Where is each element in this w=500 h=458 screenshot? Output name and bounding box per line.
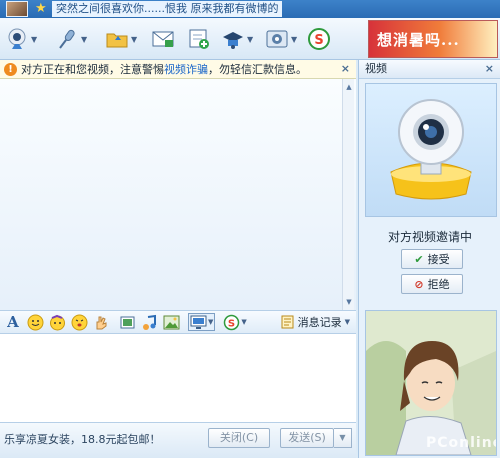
video-fraud-link[interactable]: 视频诈骗 (164, 61, 208, 77)
watermark: PConline (426, 435, 497, 451)
add-icon (186, 26, 212, 52)
remote-assist-button[interactable]: ▼ (220, 24, 255, 54)
svg-text:S: S (314, 33, 323, 48)
app-button[interactable]: S (306, 24, 332, 54)
message-record-label: 消息记录 (297, 316, 342, 329)
chevron-down-icon[interactable]: ▼ (131, 35, 139, 44)
input-toolbar: A ▼ S ▼ 消息记录 ▼ (0, 310, 356, 334)
chevron-down-icon[interactable]: ▼ (247, 35, 255, 44)
scroll-down-icon[interactable]: ▼ (343, 296, 355, 308)
microphone-icon (54, 26, 80, 52)
title-bar: ★ 突然之间很喜欢你......恨我 原来我都有微博的 (0, 0, 500, 18)
chat-toolbar: ▼ ▼ ▼ ▼ ▼ S 想消暑吗... (0, 18, 500, 60)
voice-call-button[interactable]: ▼ (54, 24, 89, 54)
send-file-button[interactable]: ▼ (104, 24, 139, 54)
s-logo-icon: S (306, 26, 332, 52)
accept-button[interactable]: ✔ 接受 (401, 249, 463, 269)
chevron-down-icon[interactable]: ▼ (208, 318, 213, 326)
magic-emoji-icon[interactable] (48, 313, 66, 331)
side-panel-title: 视频 (365, 62, 387, 75)
close-button[interactable]: 关闭(C) (208, 428, 270, 448)
svg-text:S: S (228, 318, 235, 329)
ad-text-link[interactable]: 乐享凉夏女装，18.8元起包邮！ (4, 431, 161, 447)
side-panel-header: 视频 × (359, 60, 500, 79)
accept-label: 接受 (427, 253, 450, 266)
message-input[interactable] (0, 334, 356, 422)
warning-icon: ! (4, 62, 17, 76)
chevron-down-icon[interactable]: ▼ (291, 35, 299, 44)
security-warning-bar: ! 对方正在和您视频，注意警惕 视频诈骗 ，勿轻信汇款信息。 × (0, 60, 356, 79)
shake-window-icon[interactable] (70, 313, 88, 331)
camera-icon (4, 26, 30, 52)
music-icon[interactable] (140, 313, 158, 331)
emoji-icon[interactable] (26, 313, 44, 331)
video-screen-icon[interactable]: ▼ (188, 313, 216, 331)
warning-text-after: ，勿轻信汇款信息。 (208, 63, 307, 76)
sms-icon (150, 26, 176, 52)
send-button[interactable]: 发送(S) (280, 428, 334, 448)
chevron-down-icon[interactable]: ▼ (31, 35, 39, 44)
chevron-down-icon[interactable]: ▼ (345, 318, 350, 326)
ad-banner[interactable]: 想消暑吗... (368, 20, 498, 58)
decline-label: 拒绝 (427, 278, 450, 291)
side-panel-close-button[interactable]: × (485, 60, 494, 78)
add-friend-button[interactable] (186, 24, 212, 54)
contact-video-preview: PConline (365, 310, 497, 456)
s-logo-icon[interactable]: S ▼ (223, 313, 247, 331)
warning-close-button[interactable]: × (341, 62, 350, 75)
screenshot-icon[interactable] (118, 313, 136, 331)
image-icon[interactable] (162, 313, 180, 331)
history-icon (281, 315, 294, 329)
send-options-dropdown[interactable]: ▼ (334, 428, 352, 448)
warning-text-before: 对方正在和您视频，注意警惕 (21, 63, 164, 76)
message-scrollbar[interactable]: ▲ ▼ (342, 79, 354, 310)
chevron-down-icon[interactable]: ▼ (241, 318, 246, 326)
invite-status: 对方视频邀请中 (387, 230, 472, 244)
star-icon: ★ (35, 1, 47, 16)
message-record-button[interactable]: 消息记录 ▼ (281, 314, 350, 330)
block-icon: ⊘ (414, 277, 424, 291)
video-call-button[interactable]: ▼ (4, 24, 39, 54)
font-icon[interactable]: A (4, 313, 22, 331)
avatar-image (366, 311, 496, 455)
video-side-panel: 视频 × 对方视频邀请中 ✔ 接受 ⊘ 拒绝 PConline (358, 60, 500, 458)
settings-button[interactable]: ▼ (264, 24, 299, 54)
folder-icon (104, 26, 130, 52)
send-sms-button[interactable] (150, 24, 176, 54)
chevron-down-icon[interactable]: ▼ (81, 35, 89, 44)
contact-signature: 突然之间很喜欢你......恨我 原来我都有微博的 (52, 1, 283, 17)
contact-avatar[interactable] (6, 1, 28, 17)
hat-icon (220, 26, 246, 52)
scroll-up-icon[interactable]: ▲ (343, 81, 355, 93)
decline-button[interactable]: ⊘ 拒绝 (401, 274, 463, 294)
message-history[interactable]: ▲ ▼ (0, 79, 356, 310)
webcam-icon (390, 99, 472, 200)
gear-icon (264, 26, 290, 52)
check-icon: ✔ (414, 252, 424, 266)
bottom-bar: 乐享凉夏女装，18.8元起包邮！ 关闭(C) 发送(S) ▼ (0, 422, 356, 458)
webcam-illustration (365, 83, 497, 217)
hand-icon[interactable] (92, 313, 110, 331)
